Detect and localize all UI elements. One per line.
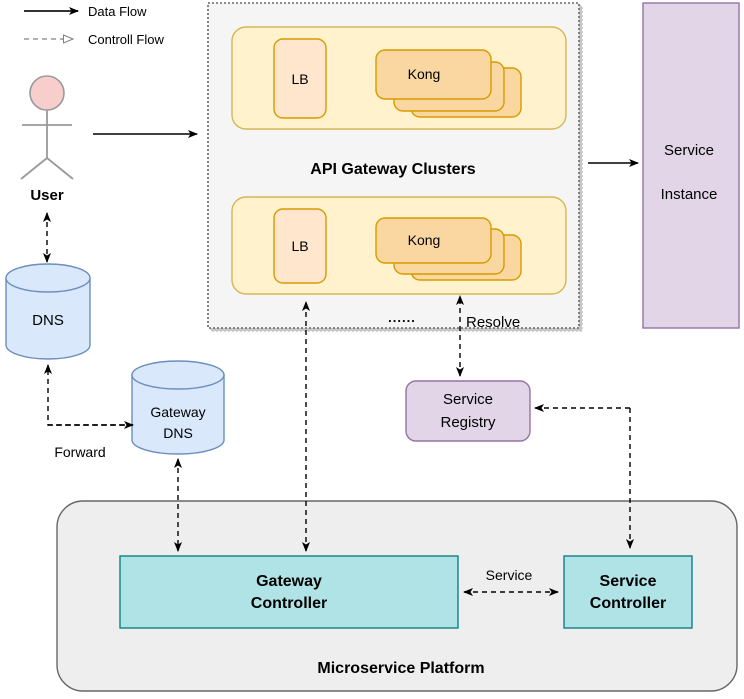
api-gateway-clusters-title: API Gateway Clusters <box>310 161 476 178</box>
gateway-dns-label-line2: DNS <box>163 425 193 441</box>
service-registry-box <box>405 380 531 442</box>
edge-label-resolve: Resolve <box>466 314 520 331</box>
user-left-leg-icon <box>20 157 48 180</box>
cluster-2-lb-label: LB <box>291 238 308 254</box>
service-instance-node[interactable]: Service Instance <box>642 2 740 329</box>
user-label: User <box>30 187 64 204</box>
service-registry-label-line2: Registry <box>440 414 496 431</box>
edge-label-forward: Forward <box>54 444 105 460</box>
gateway-controller-box <box>119 555 459 629</box>
api-gateway-clusters-container: LB Kong API Gateway Clusters LB Kong ...… <box>207 2 580 329</box>
gateway-controller-label-line1: Gateway <box>256 573 322 590</box>
user-actor[interactable]: User <box>20 75 74 204</box>
legend: Data Flow Controll Flow <box>24 4 164 47</box>
dns-cylinder-top <box>5 263 91 293</box>
api-gateway-cluster-2[interactable]: LB Kong <box>231 196 567 295</box>
edge-label-service: Service <box>486 567 533 583</box>
service-controller-box <box>563 555 693 629</box>
clusters-ellipsis-label: ...... <box>388 310 416 325</box>
service-registry-node[interactable]: Service Registry <box>405 380 531 442</box>
cluster-2-kong-label: Kong <box>408 232 441 248</box>
microservice-platform-title: Microservice Platform <box>317 660 484 677</box>
service-instance-label-line2: Instance <box>661 186 718 203</box>
gateway-controller-label-line2: Controller <box>251 595 327 612</box>
service-instance-label-line1: Service <box>664 142 714 159</box>
gateway-dns-cylinder-top <box>131 360 225 390</box>
architecture-diagram: Data Flow Controll Flow User DNS Gateway… <box>0 0 744 699</box>
edge-forward-to-dns <box>44 364 133 426</box>
cluster-1-lb-label: LB <box>291 71 308 87</box>
service-instance-box <box>642 2 740 329</box>
service-controller-node[interactable]: Service Controller <box>563 555 693 629</box>
cluster-1-kong-label: Kong <box>408 66 441 82</box>
dns-node[interactable]: DNS <box>5 263 91 360</box>
gateway-dns-label-line1: Gateway <box>150 404 205 420</box>
user-right-leg-icon <box>46 157 74 180</box>
service-controller-label-line2: Controller <box>590 595 666 612</box>
gateway-controller-node[interactable]: Gateway Controller <box>119 555 459 629</box>
gateway-dns-node[interactable]: Gateway DNS <box>131 360 225 455</box>
legend-label-data-flow: Data Flow <box>88 4 147 19</box>
service-registry-label-line1: Service <box>443 391 493 408</box>
microservice-platform-container: Gateway Controller Service Controller Mi… <box>56 500 738 692</box>
api-gateway-cluster-1[interactable]: LB Kong <box>231 26 567 130</box>
service-controller-label-line1: Service <box>600 573 657 590</box>
legend-label-control-flow: Controll Flow <box>88 32 164 47</box>
user-head-icon <box>29 75 65 111</box>
dns-label: DNS <box>32 312 64 329</box>
